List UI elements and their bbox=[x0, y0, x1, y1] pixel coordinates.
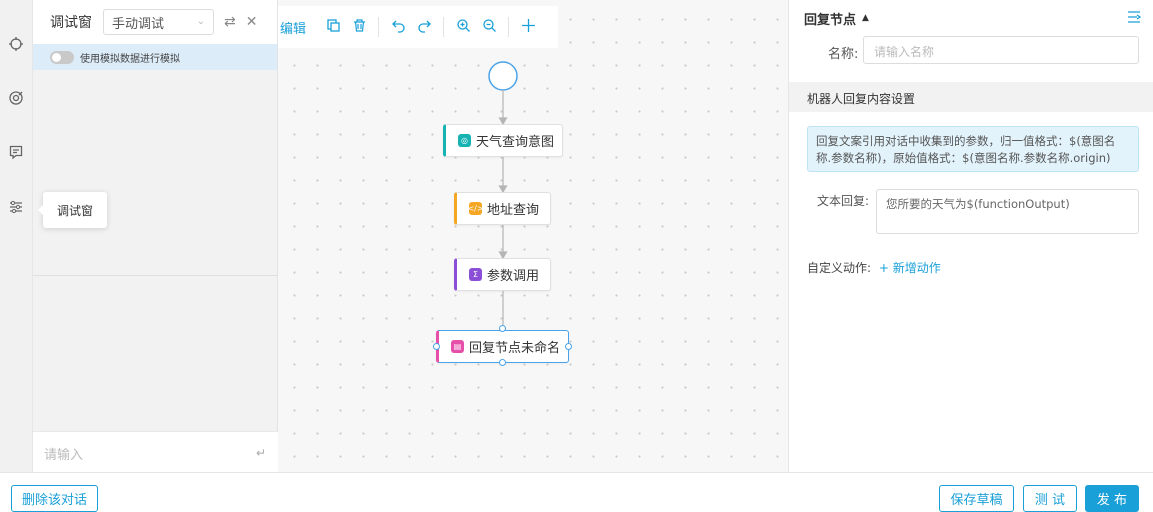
flow-connectors bbox=[488, 61, 518, 325]
debug-input-placeholder: 请输入 bbox=[44, 448, 84, 463]
close-icon[interactable]: ✕ bbox=[246, 14, 258, 30]
debug-tooltip: 调试窗 bbox=[38, 192, 107, 228]
test-button[interactable]: 测 试 bbox=[1023, 485, 1077, 512]
text-reply-input[interactable]: 您所要的天气为$(functionOutput) bbox=[876, 189, 1139, 234]
delete-dialog-button[interactable]: 删除该对话 bbox=[11, 485, 98, 512]
node-label: 回复节点未命名 bbox=[469, 341, 561, 356]
enter-icon[interactable]: ↵ bbox=[256, 446, 266, 460]
code-icon: </> bbox=[467, 202, 484, 215]
node-label: 天气查询意图 bbox=[476, 135, 555, 150]
custom-action-row: 自定义动作: + 新增动作 bbox=[807, 259, 941, 276]
mock-data-label: 使用模拟数据进行模拟 bbox=[80, 53, 180, 65]
section-title: 机器人回复内容设置 bbox=[789, 82, 1153, 112]
node-handle-bottom[interactable] bbox=[499, 359, 506, 366]
debug-mode-select[interactable]: 手动调试 ⌄ bbox=[103, 9, 214, 35]
start-node[interactable] bbox=[488, 61, 518, 91]
name-input[interactable]: 请输入名称 bbox=[863, 36, 1139, 64]
node-label: 参数调用 bbox=[487, 269, 540, 284]
swap-icon[interactable]: ⇄ bbox=[224, 14, 236, 30]
debug-divider bbox=[33, 275, 278, 276]
flow-node-address[interactable]: </> 地址查询 bbox=[454, 192, 551, 225]
text-reply-label: 文本回复: bbox=[817, 194, 870, 208]
message-icon[interactable] bbox=[6, 142, 26, 162]
reply-icon: ▤ bbox=[451, 340, 464, 353]
mock-data-row: 使用模拟数据进行模拟 bbox=[33, 44, 277, 70]
add-action-link[interactable]: + 新增动作 bbox=[879, 261, 941, 275]
mock-data-toggle[interactable] bbox=[50, 50, 74, 64]
custom-action-label: 自定义动作: bbox=[807, 261, 872, 275]
debug-header: 调试窗 手动调试 ⌄ ⇄ ✕ bbox=[33, 0, 277, 44]
flow-canvas[interactable]: 编辑 ◎ 天气查询意图 </> 地址查询 Σ 参数调用 ▤ 回复节点未命名 bbox=[278, 0, 789, 472]
panel-title: 回复节点 bbox=[804, 12, 857, 28]
sigma-icon: Σ bbox=[469, 268, 482, 281]
collapse-menu-icon[interactable] bbox=[1127, 11, 1142, 27]
node-handle-left[interactable] bbox=[433, 343, 440, 350]
footer-bar: 删除该对话 保存草稿 测 试 发 布 bbox=[0, 472, 1153, 512]
info-box: 回复文案引用对话中收集到的参数，归一值格式：$(意图名称.参数名称)，原始值格式… bbox=[807, 126, 1139, 172]
crosshair-icon[interactable] bbox=[6, 34, 26, 54]
save-draft-button[interactable]: 保存草稿 bbox=[939, 485, 1014, 512]
node-handle-top[interactable] bbox=[499, 325, 506, 332]
app-root: 调试窗 手动调试 ⌄ ⇄ ✕ 使用模拟数据进行模拟 请输入 ↵ 调试窗 编辑 ◎… bbox=[0, 0, 1153, 512]
target-icon[interactable] bbox=[6, 88, 26, 108]
node-label: 地址查询 bbox=[487, 203, 540, 218]
name-row: 名称: 请输入名称 bbox=[789, 36, 1153, 70]
publish-button[interactable]: 发 布 bbox=[1085, 485, 1139, 512]
left-rail bbox=[0, 0, 33, 472]
properties-panel: 回复节点 ▲ 名称: 请输入名称 机器人回复内容设置 回复文案引用对话中收集到的… bbox=[789, 0, 1153, 472]
debug-mode-value: 手动调试 bbox=[112, 16, 165, 32]
debug-message-input[interactable]: 请输入 ↵ bbox=[33, 431, 278, 472]
panel-header: 回复节点 ▲ bbox=[789, 0, 1153, 36]
name-label: 名称: bbox=[828, 47, 859, 62]
name-placeholder: 请输入名称 bbox=[874, 45, 935, 59]
caret-up-icon[interactable]: ▲ bbox=[862, 13, 869, 23]
node-handle-right[interactable] bbox=[565, 343, 572, 350]
debug-title: 调试窗 bbox=[50, 15, 92, 31]
debug-panel: 调试窗 手动调试 ⌄ ⇄ ✕ 使用模拟数据进行模拟 请输入 ↵ bbox=[33, 0, 278, 472]
intent-icon: ◎ bbox=[458, 134, 471, 147]
flow-node-intent[interactable]: ◎ 天气查询意图 bbox=[443, 124, 563, 157]
chevron-down-icon: ⌄ bbox=[196, 16, 205, 27]
sliders-icon[interactable] bbox=[6, 197, 26, 217]
flow-node-param-call[interactable]: Σ 参数调用 bbox=[454, 258, 551, 291]
